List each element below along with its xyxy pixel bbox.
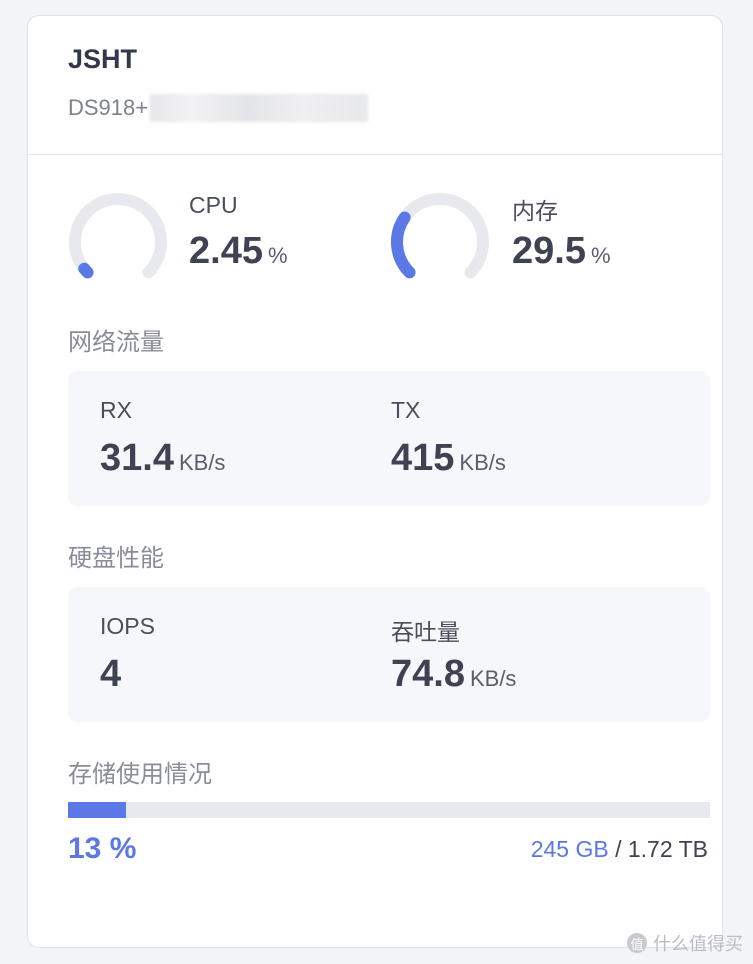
memory-gauge-track — [391, 193, 489, 279]
card-header: JSHT DS918+ — [28, 16, 722, 155]
storage-separator: / — [608, 836, 628, 862]
cpu-gauge-track — [69, 193, 167, 279]
device-model: DS918+ — [68, 95, 149, 120]
rx-value: 31.4 — [100, 437, 174, 479]
throughput-unit: KB/s — [469, 666, 517, 691]
cpu-unit: % — [267, 243, 288, 268]
iops-value-row: 4 — [100, 653, 121, 696]
disk-panel: IOPS 4 吞吐量 74.8 KB/s — [68, 587, 710, 722]
memory-gauge-fill — [391, 211, 416, 279]
storage-capacity: 245 GB / 1.72 TB — [531, 836, 708, 863]
cpu-value: 2.45 — [189, 230, 263, 272]
storage-section-title: 存储使用情况 — [68, 761, 212, 788]
storage-progress-fill — [68, 802, 126, 818]
throughput-value-row: 74.8 KB/s — [391, 653, 516, 696]
network-section-title: 网络流量 — [68, 329, 164, 356]
cpu-gauge-icon — [69, 193, 167, 279]
nas-status-card: JSHT DS918+ CPU 2.45 % 内存 29.5 % 网络流量 RX… — [27, 15, 723, 948]
throughput-value: 74.8 — [391, 653, 465, 695]
iops-label: IOPS — [100, 613, 155, 639]
cpu-value-row: 2.45 % — [189, 230, 288, 273]
watermark-logo-icon: 值 — [627, 933, 647, 953]
tx-value: 415 — [391, 437, 455, 479]
device-name: JSHT — [68, 44, 138, 74]
memory-value-row: 29.5 % — [512, 230, 611, 273]
iops-value: 4 — [100, 653, 122, 695]
storage-total: 1.72 TB — [627, 836, 708, 862]
tx-label: TX — [391, 397, 421, 423]
rx-unit: KB/s — [178, 450, 226, 475]
watermark: 值 什么值得买 — [627, 930, 743, 956]
cpu-gauge-fill — [78, 262, 94, 279]
device-model-row: DS918+ — [68, 94, 369, 122]
throughput-label: 吞吐量 — [391, 619, 460, 645]
storage-progress-bar — [68, 802, 710, 818]
rx-label: RX — [100, 397, 132, 423]
tx-value-row: 415 KB/s — [391, 437, 506, 480]
tx-unit: KB/s — [459, 450, 506, 475]
memory-label: 内存 — [512, 198, 558, 224]
redacted-serial — [150, 94, 369, 122]
rx-value-row: 31.4 KB/s — [100, 437, 225, 480]
network-panel: RX 31.4 KB/s TX 415 KB/s — [68, 371, 710, 506]
disk-section-title: 硬盘性能 — [68, 545, 164, 572]
watermark-text: 什么值得买 — [653, 934, 743, 954]
memory-gauge-icon — [391, 193, 489, 279]
memory-unit: % — [590, 243, 611, 268]
cpu-label: CPU — [189, 192, 238, 218]
storage-percent: 13 % — [68, 832, 137, 865]
storage-used: 245 GB — [530, 836, 609, 862]
memory-value: 29.5 — [512, 230, 586, 272]
